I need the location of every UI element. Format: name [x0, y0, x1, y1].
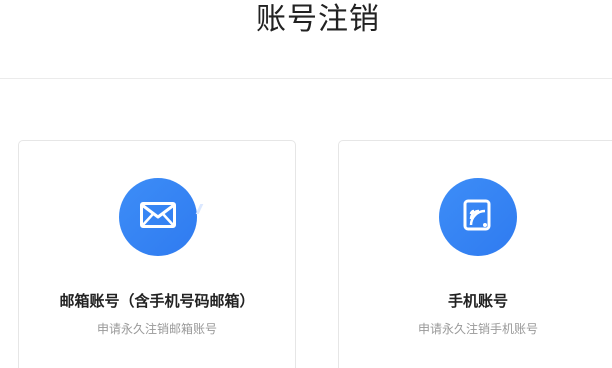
- email-option-subtitle: 申请永久注销邮箱账号: [96, 322, 217, 336]
- phone-option-title: 手机账号: [447, 292, 508, 310]
- email-option-title: 邮箱账号（含手机号码邮箱）: [59, 292, 255, 310]
- account-deletion-page: 账号注销 邮箱账号（含手机号码邮箱） 申请永久注销邮箱账号 手机账号 申请永久注…: [0, 0, 612, 368]
- page-header: 账号注销: [0, 0, 612, 79]
- envelope-icon: [140, 202, 176, 232]
- email-icon-badge: [119, 178, 204, 256]
- icon-shine-decoration: [195, 204, 204, 214]
- phone-option-subtitle: 申请永久注销手机账号: [417, 322, 538, 336]
- page-title: 账号注销: [256, 2, 380, 37]
- phone-icon-badge: [439, 178, 517, 256]
- phone-signal-icon: [463, 199, 493, 235]
- email-account-option-card[interactable]: 邮箱账号（含手机号码邮箱） 申请永久注销邮箱账号: [18, 140, 296, 368]
- phone-account-option-card[interactable]: 手机账号 申请永久注销手机账号: [338, 140, 612, 368]
